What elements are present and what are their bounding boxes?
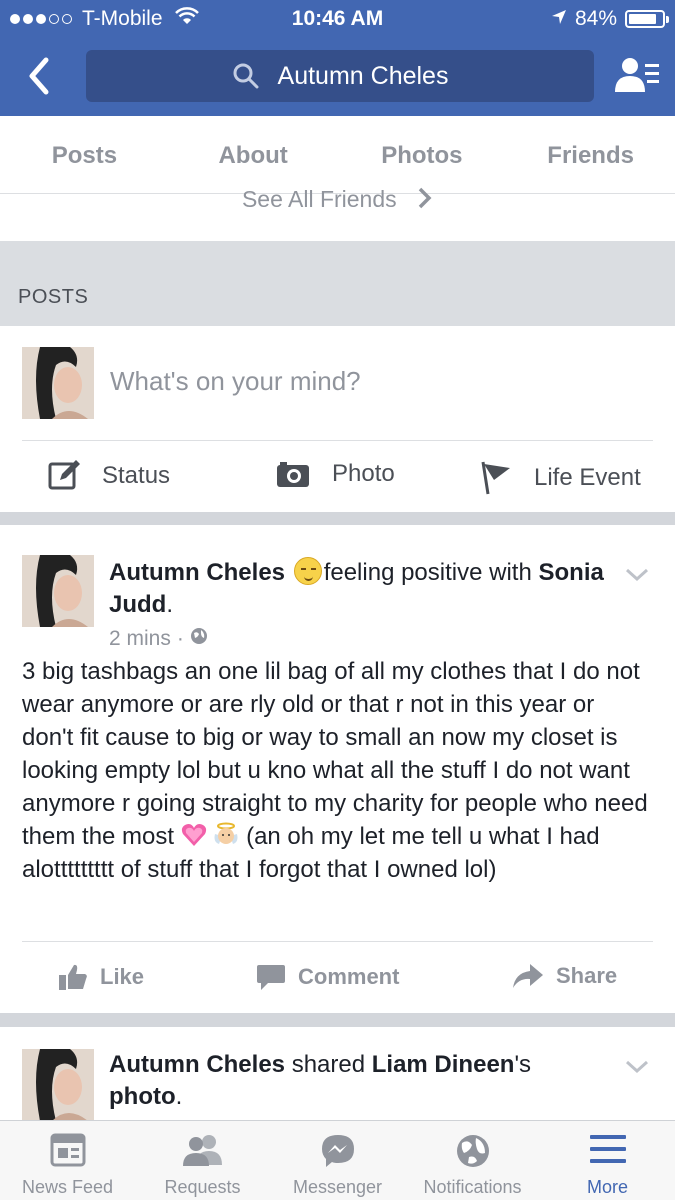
- divider: [22, 941, 653, 942]
- post-options-button[interactable]: [625, 567, 649, 588]
- location-arrow-icon: [551, 7, 567, 31]
- see-all-friends-label: See All Friends: [241, 186, 397, 213]
- nav-notifications-label: Notifications: [423, 1177, 522, 1197]
- search-text: Autumn Cheles: [277, 61, 449, 90]
- nav-news-feed-label: News Feed: [21, 1177, 114, 1197]
- tab-friends[interactable]: Friends: [506, 116, 675, 193]
- post-card: Autumn Cheles feeling positive with Soni…: [0, 525, 675, 1013]
- nav-requests[interactable]: Requests: [135, 1121, 270, 1200]
- share-arrow-icon: [512, 963, 544, 989]
- nav-news-feed[interactable]: News Feed: [0, 1121, 135, 1200]
- composer-input[interactable]: What's on your mind?: [110, 366, 361, 397]
- post-feeling: feeling positive with: [323, 559, 532, 586]
- status-label: Status: [102, 462, 171, 489]
- relieved-face-icon: [293, 557, 322, 585]
- life-event-label: Life Event: [534, 464, 641, 491]
- post-verb: shared: [291, 1051, 366, 1078]
- post-header: Autumn Cheles shared Liam Dineen's photo…: [109, 1049, 609, 1113]
- post-timestamp[interactable]: 2 mins: [109, 627, 171, 651]
- search-icon: [232, 62, 260, 90]
- flag-icon: [480, 460, 512, 496]
- shared-from[interactable]: Liam Dineen: [372, 1051, 515, 1078]
- avatar[interactable]: [22, 1049, 94, 1120]
- tab-about[interactable]: About: [169, 116, 338, 193]
- post-text-main: 3 big tashbags an one lil bag of all my …: [22, 658, 648, 850]
- post-meta: 2 mins ·: [109, 627, 208, 651]
- nav-messenger[interactable]: Messenger: [270, 1121, 405, 1200]
- nav-more[interactable]: More: [540, 1121, 675, 1200]
- photo-label: Photo: [332, 460, 395, 487]
- messenger-icon: [270, 1133, 405, 1169]
- chevron-down-icon: [625, 568, 649, 582]
- avatar[interactable]: [22, 555, 94, 627]
- feed-separator: [0, 1013, 675, 1027]
- status-bar: T-Mobile 10:46 AM 84%: [0, 0, 675, 38]
- comment-button[interactable]: Comment: [256, 963, 399, 991]
- battery-icon: [625, 10, 669, 28]
- status-button[interactable]: Status: [48, 460, 170, 492]
- post-header: Autumn Cheles feeling positive with Soni…: [109, 557, 609, 621]
- search-bar[interactable]: Autumn Cheles: [86, 50, 594, 102]
- comment-label: Comment: [298, 964, 400, 989]
- photo-button[interactable]: Photo: [276, 460, 395, 488]
- divider: [22, 440, 653, 441]
- globe-icon: [190, 627, 208, 651]
- friends-list-button[interactable]: [615, 56, 661, 96]
- posts-section-header: [0, 241, 675, 326]
- post-author[interactable]: Autumn Cheles: [109, 1051, 285, 1078]
- post-text: 3 big tashbags an one lil bag of all my …: [22, 655, 652, 886]
- top-bar: T-Mobile 10:46 AM 84% Autumn Cheles: [0, 0, 675, 116]
- like-button[interactable]: Like: [58, 963, 144, 991]
- comment-icon: [256, 963, 286, 991]
- globe-icon: [405, 1133, 540, 1169]
- shared-object[interactable]: photo: [109, 1083, 176, 1110]
- post-author[interactable]: Autumn Cheles: [109, 559, 285, 586]
- period: .: [166, 591, 173, 618]
- like-label: Like: [100, 964, 145, 989]
- feed-separator: [0, 512, 675, 525]
- dot-separator: ·: [176, 627, 184, 650]
- possessive: 's: [514, 1051, 532, 1078]
- nav-messenger-label: Messenger: [292, 1177, 383, 1197]
- pencil-icon: [48, 460, 80, 492]
- pink-heart-icon: [181, 824, 206, 846]
- chevron-down-icon: [625, 1060, 649, 1074]
- camera-icon: [276, 460, 310, 488]
- news-feed-icon: [0, 1133, 135, 1167]
- tab-photos[interactable]: Photos: [338, 116, 507, 193]
- share-label: Share: [556, 963, 618, 988]
- nav-more-label: More: [586, 1177, 628, 1197]
- tab-posts[interactable]: Posts: [0, 116, 169, 193]
- bottom-tab-bar: News Feed Requests Messenger Notificatio…: [0, 1120, 675, 1200]
- battery-percent: 84%: [574, 7, 617, 30]
- nav-requests-label: Requests: [164, 1177, 241, 1197]
- composer: What's on your mind? Status Photo Life E…: [0, 326, 675, 512]
- baby-angel-icon: [214, 822, 238, 844]
- profile-tabs: Posts About Photos Friends: [0, 116, 675, 194]
- see-all-friends-link[interactable]: See All Friends: [0, 186, 675, 220]
- menu-icon: [540, 1133, 675, 1165]
- back-button[interactable]: [22, 52, 58, 100]
- avatar[interactable]: [22, 347, 94, 419]
- requests-icon: [135, 1133, 270, 1167]
- post-card: Autumn Cheles shared Liam Dineen's photo…: [0, 1027, 675, 1120]
- nav-notifications[interactable]: Notifications: [405, 1121, 540, 1200]
- period: .: [175, 1083, 183, 1110]
- life-event-button[interactable]: Life Event: [480, 460, 641, 496]
- share-button[interactable]: Share: [512, 963, 617, 989]
- chevron-right-icon: [417, 186, 433, 216]
- post-options-button[interactable]: [625, 1059, 649, 1080]
- posts-section-title: POSTS: [18, 286, 89, 308]
- thumbs-up-icon: [58, 963, 88, 991]
